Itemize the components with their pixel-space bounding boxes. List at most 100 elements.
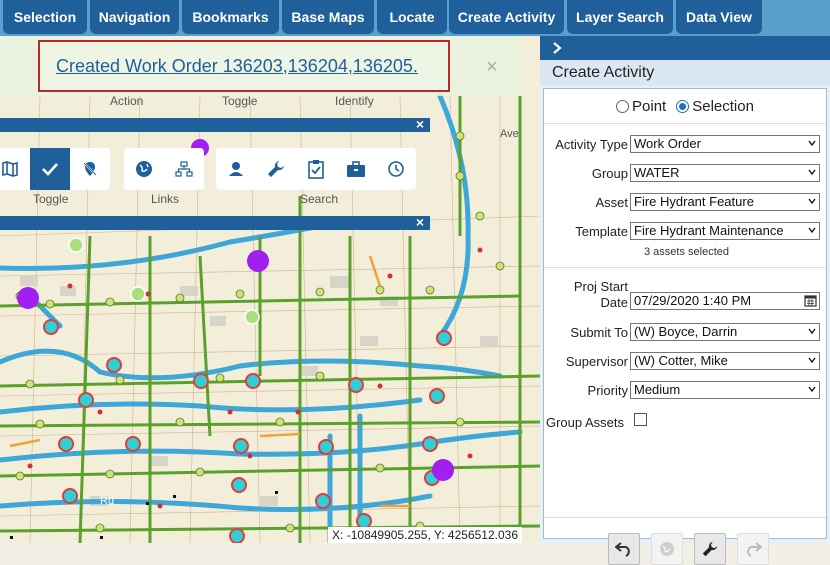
group-row: Group WATER [544, 164, 826, 184]
supervisor-select[interactable]: (W) Cotter, Mike [630, 352, 820, 370]
mode-selection-option[interactable]: Selection [676, 98, 754, 115]
nav-locate[interactable]: Locate [377, 0, 447, 34]
submit-to-label: Submit To [570, 325, 628, 340]
point-radio[interactable] [616, 100, 630, 114]
globe-icon[interactable] [124, 148, 164, 190]
activity-type-row: Activity Type Work Order [544, 135, 826, 155]
wrench-icon[interactable] [256, 148, 296, 190]
asset-select[interactable]: Fire Hydrant Feature [630, 193, 820, 211]
asset-value: Fire Hydrant Feature [634, 194, 754, 209]
point-label: Point [632, 97, 667, 115]
group-assets-label: Group Assets [545, 415, 624, 430]
map-view[interactable]: Ave Rd Created Work Order 136203,136204,… [0, 36, 540, 543]
coordinate-readout: X: -10849905.255, Y: 4256512.036 [328, 527, 522, 543]
chevron-down-icon [808, 386, 816, 393]
nav-create-activity[interactable]: Create Activity [449, 0, 564, 34]
chevron-down-icon [808, 328, 816, 335]
briefcase-icon[interactable] [336, 148, 376, 190]
supervisor-row: Supervisor (W) Cotter, Mike [544, 352, 826, 372]
toolbar-close-icon-2[interactable]: × [416, 214, 424, 230]
toolbar-group-label-toggle-bottom: Toggle [33, 192, 69, 206]
zoom-to-globe-button[interactable] [651, 533, 683, 565]
redo-button[interactable] [737, 533, 769, 565]
template-label: Template [575, 224, 628, 239]
priority-row: Priority Medium [544, 381, 826, 401]
template-select[interactable]: Fire Hydrant Maintenance [630, 222, 820, 240]
nav-layer-search[interactable]: Layer Search [567, 0, 673, 34]
calendar-icon[interactable] [804, 294, 817, 307]
nav-selection[interactable]: Selection [3, 0, 87, 34]
redo-icon [747, 542, 762, 557]
activity-type-value: Work Order [634, 136, 701, 151]
toolbar-group-search [216, 148, 416, 190]
street-label-rd: Rd [100, 495, 115, 507]
map-icon[interactable] [0, 148, 30, 190]
nav-data-view[interactable]: Data View [676, 0, 762, 34]
nav-bookmarks[interactable]: Bookmarks [182, 0, 279, 34]
chevron-down-icon [808, 169, 816, 176]
toolbar-group-links [124, 148, 204, 190]
supervisor-label: Supervisor [565, 354, 628, 369]
submit-to-value: (W) Boyce, Darrin [634, 324, 738, 339]
chevron-down-icon [808, 227, 816, 234]
toolbar-group-toggle [0, 148, 110, 190]
activity-type-select[interactable]: Work Order [630, 135, 820, 153]
toast-message-link[interactable]: Created Work Order 136203,136204,136205. [56, 56, 418, 77]
priority-value: Medium [634, 382, 681, 397]
mode-point-option[interactable]: Point [616, 98, 666, 115]
toast-notification: Created Work Order 136203,136204,136205. [38, 40, 450, 92]
toolbar-group-label-links: Links [151, 192, 180, 206]
toolbar-group-label-search: Search [300, 192, 339, 206]
toolbar-group-label-action: Action [110, 94, 144, 108]
group-assets-checkbox[interactable] [634, 413, 647, 426]
wrench-button[interactable] [694, 533, 726, 565]
undo-button[interactable] [608, 533, 640, 565]
toolbar-group-label-identify: Identify [335, 94, 374, 108]
template-row: Template Fire Hydrant Maintenance [544, 222, 826, 242]
chevron-down-icon [808, 140, 816, 147]
chevron-right-icon[interactable] [552, 42, 562, 54]
clock-history-icon[interactable] [376, 148, 416, 190]
toolbar-close-icon[interactable]: × [416, 116, 424, 132]
create-activity-panel: Create Activity Point Selection Activity… [540, 36, 830, 565]
template-value: Fire Hydrant Maintenance [634, 223, 784, 238]
chevron-down-icon [808, 198, 816, 205]
location-off-icon[interactable] [70, 148, 110, 190]
toolbar-strip-bottom: × [0, 214, 430, 230]
nav-navigation[interactable]: Navigation [90, 0, 179, 34]
submit-to-select[interactable]: (W) Boyce, Darrin [630, 323, 820, 341]
undo-icon [615, 542, 630, 557]
group-select[interactable]: WATER [630, 164, 820, 182]
create-activity-form: Point Selection Activity Type Work Order… [543, 88, 827, 565]
proj-start-value: 07/29/2020 1:40 PM [634, 293, 752, 308]
toolbar-strip-top: × [0, 116, 430, 132]
map-canvas[interactable] [0, 36, 540, 543]
group-label: Group [591, 166, 628, 181]
chevron-down-icon [808, 357, 816, 364]
asset-row: Asset Fire Hydrant Feature [544, 193, 826, 213]
clipboard-check-icon[interactable] [296, 148, 336, 190]
proj-start-label: Proj Start Date [573, 279, 628, 310]
divider [544, 123, 826, 124]
nav-base-maps[interactable]: Base Maps [282, 0, 374, 34]
divider [544, 517, 826, 518]
panel-title: Create Activity [540, 60, 830, 86]
supervisor-value: (W) Cotter, Mike [634, 353, 728, 368]
group-value: WATER [634, 165, 680, 180]
assets-selected-note: 3 assets selected [644, 246, 729, 258]
divider [544, 267, 826, 268]
sitemap-icon[interactable] [164, 148, 204, 190]
panel-collapse-bar[interactable] [540, 36, 830, 60]
top-navigation-bar: Selection Navigation Bookmarks Base Maps… [0, 0, 830, 36]
activity-type-label: Activity Type [555, 137, 628, 152]
selection-radio[interactable] [676, 100, 690, 114]
selection-label: Selection [692, 97, 754, 115]
asset-label: Asset [595, 195, 628, 210]
priority-select[interactable]: Medium [630, 381, 820, 399]
priority-label: Priority [587, 383, 628, 398]
submit-to-row: Submit To (W) Boyce, Darrin [544, 323, 826, 343]
check-icon[interactable] [30, 148, 70, 190]
user-icon[interactable] [216, 148, 256, 190]
toast-close-button[interactable]: × [486, 56, 498, 79]
proj-start-date-input[interactable]: 07/29/2020 1:40 PM [630, 292, 820, 310]
